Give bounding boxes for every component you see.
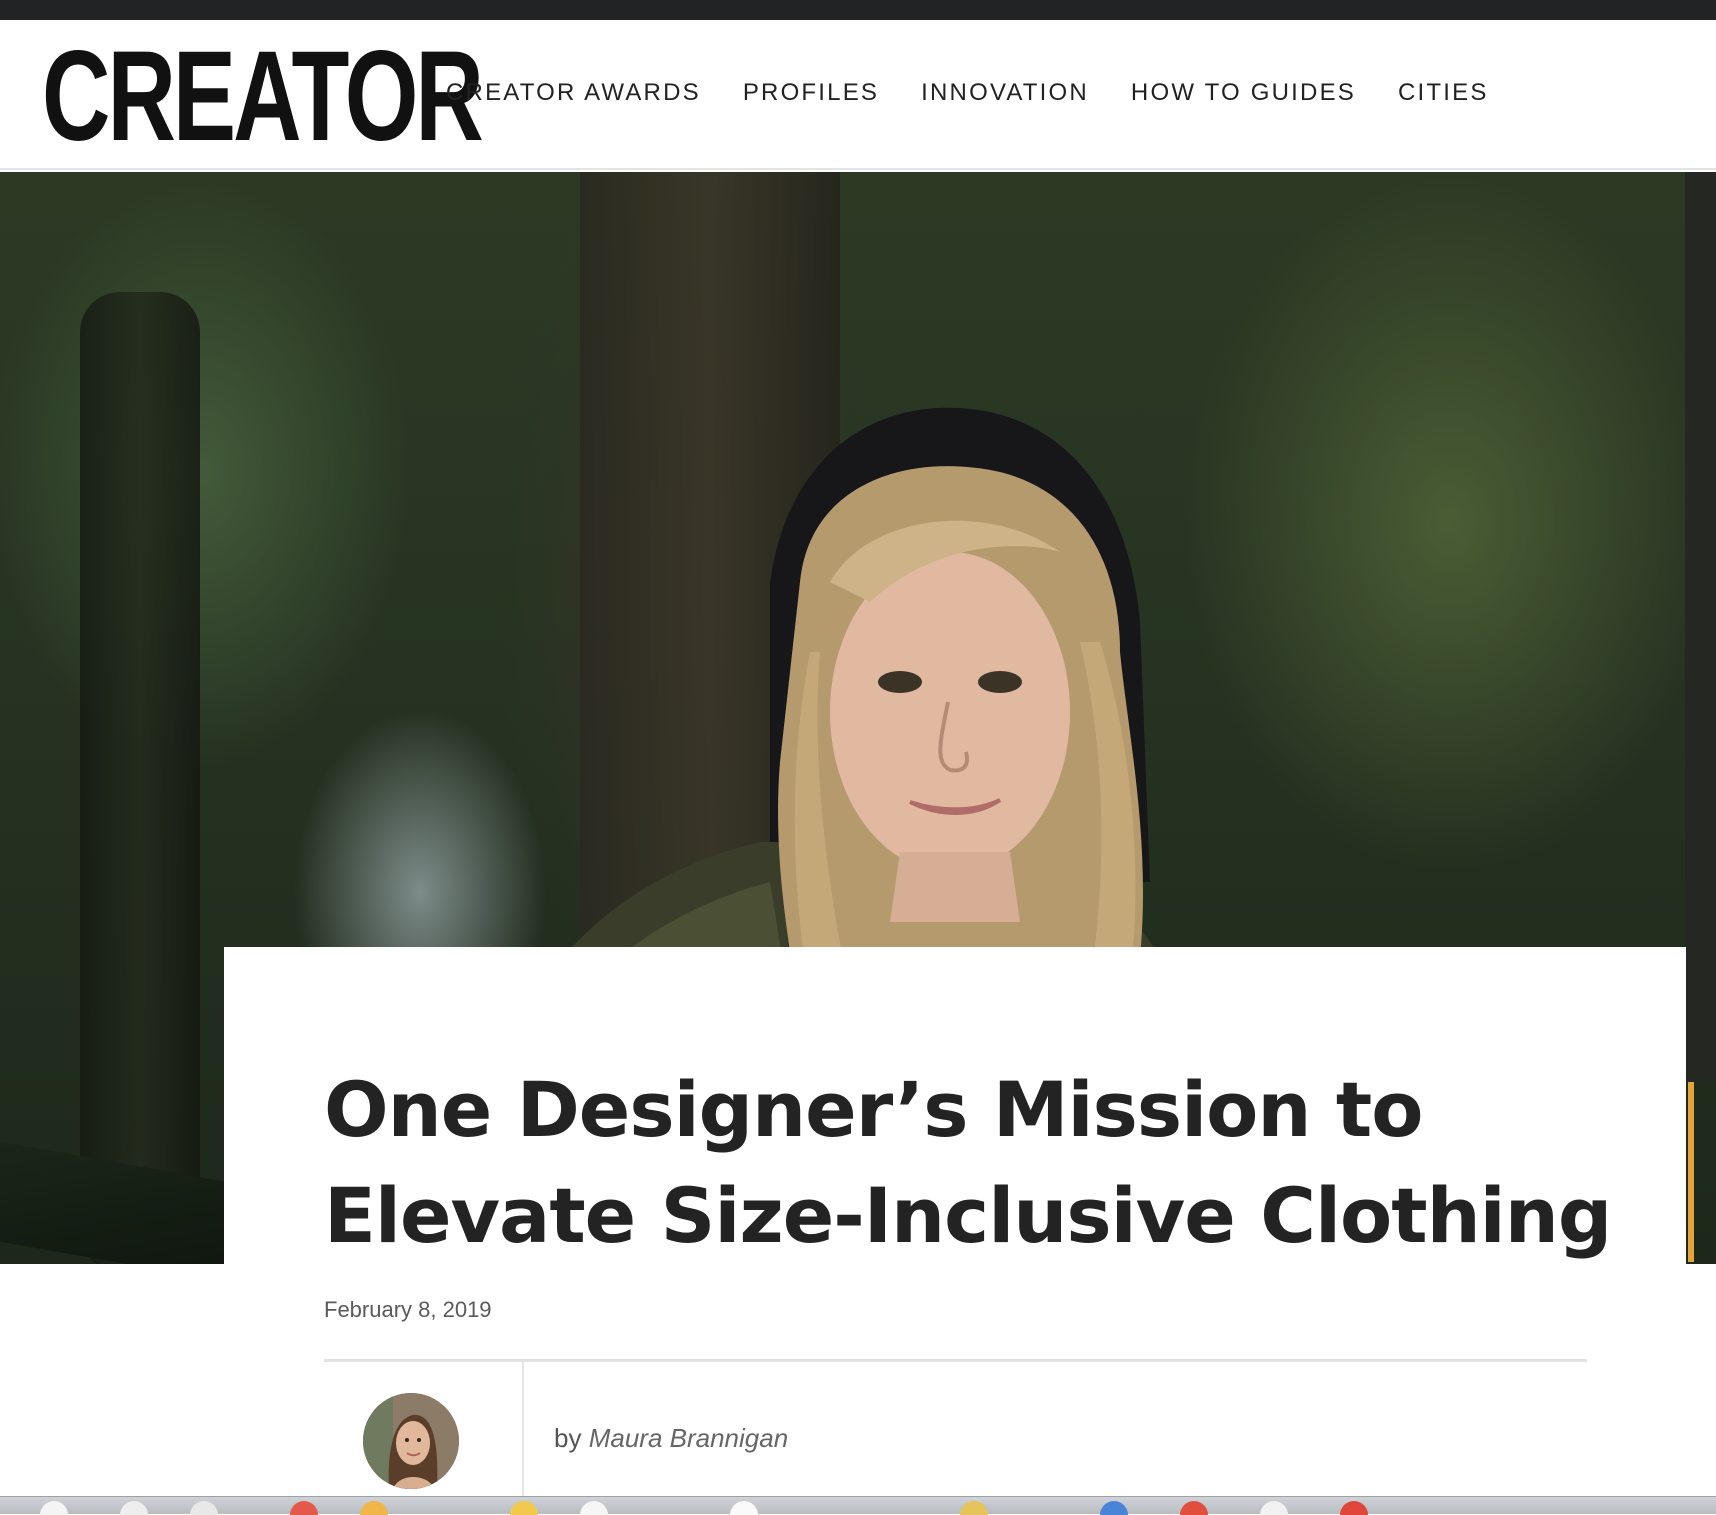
right-edge-panel (1685, 172, 1716, 1082)
os-dock-sliver (0, 1496, 1716, 1515)
dock-app-icon[interactable] (190, 1501, 218, 1515)
article-headline: One Designer’s Mission to Elevate Size-I… (324, 1057, 1624, 1269)
dock-app-icon[interactable] (120, 1501, 148, 1515)
author-name-link[interactable]: Maura Brannigan (589, 1423, 788, 1453)
article-card: One Designer’s Mission to Elevate Size-I… (224, 947, 1686, 1514)
dock-app-icon[interactable] (580, 1501, 608, 1515)
nav-item-innovation[interactable]: INNOVATION (921, 78, 1089, 108)
tree-trunk-left (80, 292, 200, 1264)
dock-app-icon[interactable] (360, 1501, 388, 1515)
dock-app-icon[interactable] (1260, 1501, 1288, 1515)
article-byline: by Maura Brannigan (554, 1423, 788, 1454)
nav-item-creator-awards[interactable]: CREATOR AWARDS (446, 78, 701, 108)
author-column-divider (522, 1362, 524, 1514)
dock-app-icon[interactable] (510, 1501, 538, 1515)
main-nav: CREATOR AWARDS PROFILES INNOVATION HOW T… (446, 78, 1531, 108)
dock-app-icon[interactable] (1340, 1501, 1368, 1515)
dock-app-icon[interactable] (40, 1501, 68, 1515)
creator-logo[interactable]: CREATOR (42, 32, 484, 162)
dock-app-icon[interactable] (290, 1501, 318, 1515)
nav-item-cities[interactable]: CITIES (1398, 78, 1489, 108)
nav-item-profiles[interactable]: PROFILES (743, 78, 879, 108)
author-avatar[interactable] (363, 1393, 459, 1489)
article-divider (324, 1359, 1587, 1362)
article-date: February 8, 2019 (324, 1297, 492, 1322)
browser-top-strip (0, 0, 1716, 20)
headline-line-1: One Designer’s Mission to (324, 1065, 1423, 1154)
dock-app-icon[interactable] (1100, 1501, 1128, 1515)
headline-line-2: Elevate Size-Inclusive Clothing (324, 1171, 1612, 1260)
byline-prefix: by (554, 1423, 582, 1453)
nav-item-how-to-guides[interactable]: HOW TO GUIDES (1131, 78, 1356, 108)
dock-app-icon[interactable] (1180, 1501, 1208, 1515)
dock-app-icon[interactable] (730, 1501, 758, 1515)
right-edge-accent (1688, 1082, 1694, 1262)
site-header: CREATOR CREATOR AWARDS PROFILES INNOVATI… (0, 20, 1716, 170)
dock-app-icon[interactable] (960, 1501, 988, 1515)
